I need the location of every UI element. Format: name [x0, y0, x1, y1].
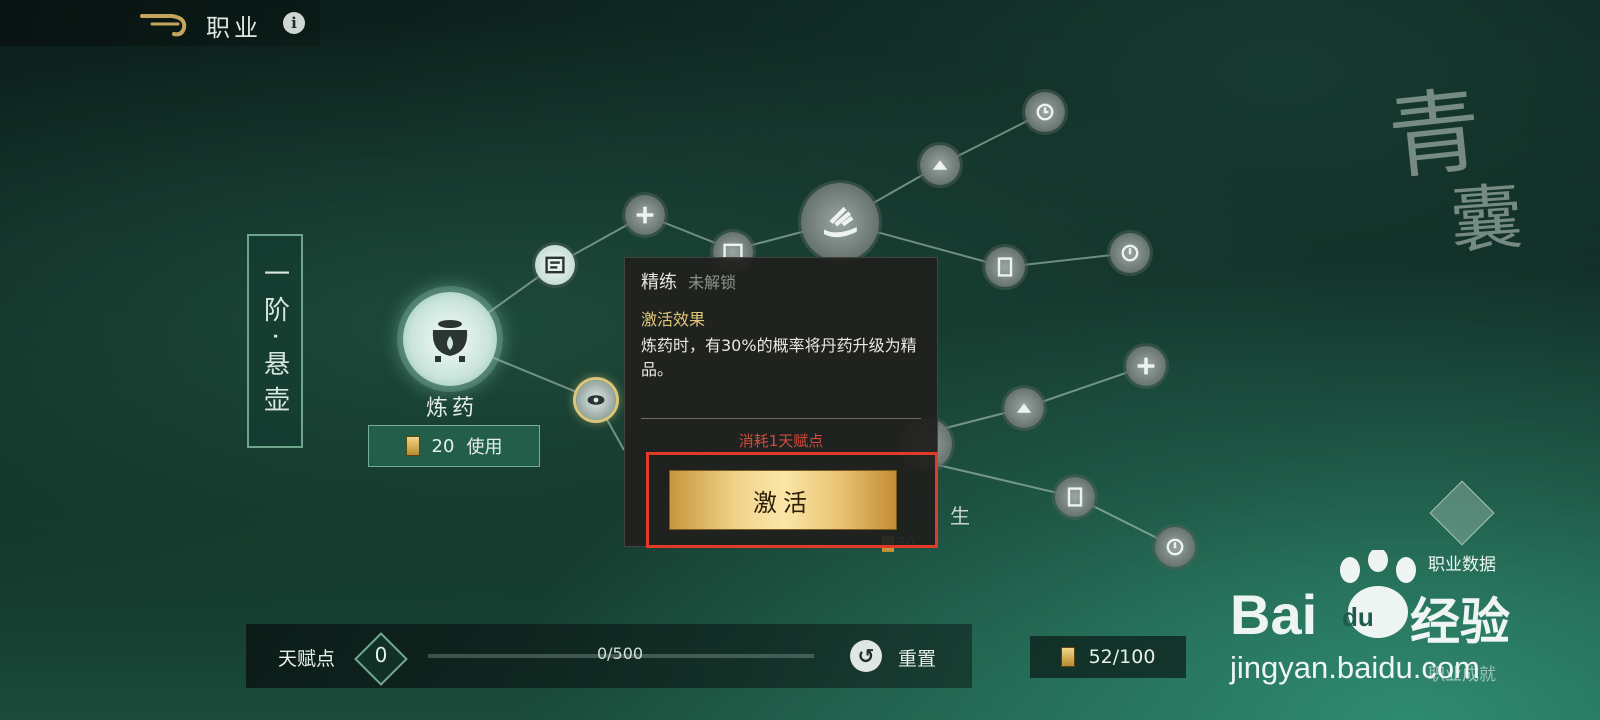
cauldron-icon: [432, 320, 468, 362]
coin-icon: [405, 436, 420, 456]
use-label: 使用: [466, 437, 503, 458]
plus-cross-icon: [636, 206, 654, 224]
diamond-icon: [1429, 480, 1495, 546]
highlight-box: [646, 452, 938, 548]
clock-icon: [1121, 244, 1139, 262]
use-cost: 20: [431, 435, 455, 457]
plus-cross-icon: [1137, 357, 1155, 375]
scroll-icon: [545, 256, 565, 274]
divider: [641, 418, 921, 419]
hand-icon: [1016, 403, 1032, 413]
clock-icon: [1166, 538, 1184, 556]
reset-icon[interactable]: ↺: [850, 640, 882, 672]
hand-icon: [932, 160, 948, 170]
scroll-icon: [1067, 487, 1083, 507]
clock-icon: [1036, 103, 1054, 121]
currency-text: 52/100: [1088, 646, 1156, 668]
watermark-jingyan: 经验: [1410, 593, 1510, 651]
skill-node-refine-selected[interactable]: [576, 380, 616, 420]
skill-name: 精练: [641, 272, 677, 293]
skill-node-hand-2[interactable]: [920, 145, 960, 185]
skill-node-scroll[interactable]: [535, 245, 575, 285]
effect-heading: 激活效果: [641, 310, 706, 329]
currency-display: 52/100: [1030, 636, 1186, 678]
skill-label: 炼药: [425, 396, 478, 421]
hand-icon: [823, 206, 857, 237]
cost-text: 消耗1天赋点: [738, 432, 824, 450]
talent-points-label: 天赋点: [278, 648, 336, 670]
eye-icon: [587, 395, 605, 405]
baidu-watermark: Bai du 经验 jingyan.baidu.com: [1230, 550, 1520, 690]
effect-description: 炼药时，有30%的概率将丹药升级为精品。: [641, 336, 917, 379]
skill-node-plus-2[interactable]: [1126, 346, 1166, 386]
skill-node-book-2[interactable]: [1055, 477, 1095, 517]
skill-node-clock-down[interactable]: [1110, 233, 1150, 273]
progress-text: 0/500: [596, 644, 644, 663]
watermark-du: du: [1342, 602, 1374, 632]
reset-button[interactable]: 重置: [898, 644, 936, 671]
skill-node-hand-3[interactable]: [1004, 388, 1044, 428]
skill-node-clock-plus[interactable]: [1025, 92, 1065, 132]
partial-skill-label: 生: [950, 504, 970, 528]
coin-icon: [1060, 647, 1075, 667]
watermark-url: jingyan.baidu.com: [1230, 650, 1480, 685]
use-button[interactable]: 20 使用: [368, 425, 540, 467]
skill-node-clock-down-2[interactable]: [1155, 527, 1195, 567]
skill-node-plus[interactable]: [625, 195, 665, 235]
skill-node-hand[interactable]: [801, 183, 879, 261]
skill-status: 未解锁: [688, 273, 737, 292]
talent-points-value: 0: [374, 643, 388, 667]
watermark-brand: Bai: [1230, 583, 1318, 646]
skill-node-book[interactable]: [985, 247, 1025, 287]
scroll-icon: [997, 257, 1013, 277]
skill-node-alchemy[interactable]: [403, 292, 497, 386]
